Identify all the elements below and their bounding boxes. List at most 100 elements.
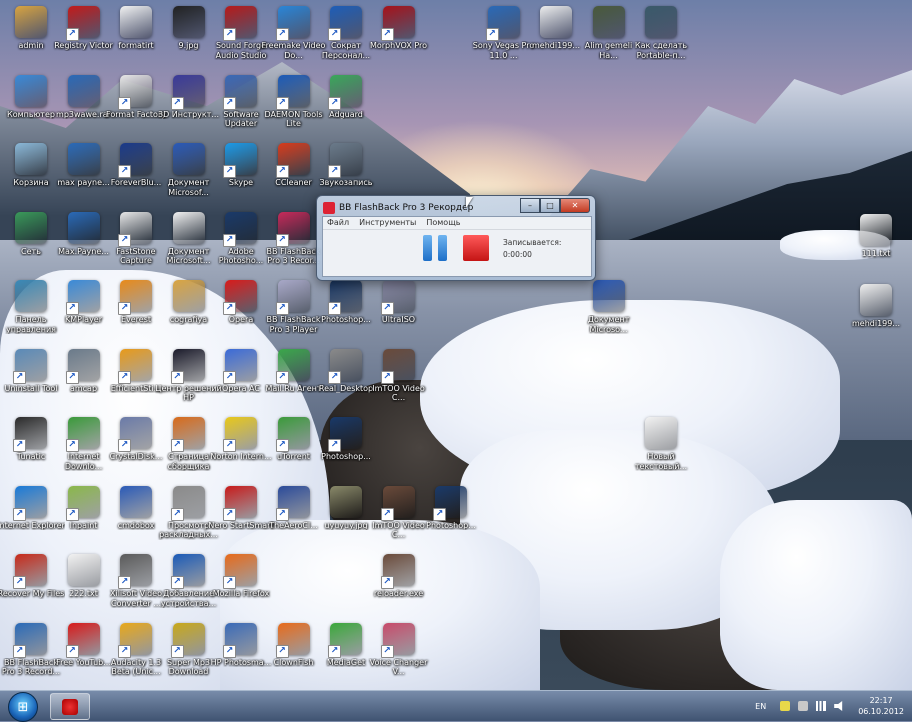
pause-icon [438, 235, 447, 261]
text-file-icon [860, 284, 892, 316]
super-mp3-icon [170, 622, 205, 658]
basketball-icon [170, 417, 205, 452]
taskbar-item-flashback-recorder[interactable] [50, 693, 90, 720]
desktop-icon-label: Adguard [329, 109, 363, 119]
crystaldisk-icon [118, 417, 152, 452]
desktop-icon[interactable]: Документ Microso... [575, 276, 643, 344]
registry-check-icon [65, 6, 100, 41]
window-titlebar[interactable]: BB FlashBack Pro 3 Рекордер [323, 200, 473, 216]
word-doc-icon [172, 143, 205, 175]
mediaget-icon [328, 622, 362, 658]
desktop-icon[interactable]: Новый текстовый... [627, 413, 695, 481]
video-file-icon [645, 6, 677, 38]
windows-flag-icon [485, 6, 520, 41]
desktop-icon[interactable]: 111.txt [842, 210, 910, 278]
sokrat-icon [328, 6, 362, 41]
idm-icon [65, 417, 100, 452]
stop-button[interactable] [463, 235, 489, 261]
network-icon [15, 211, 47, 244]
recycle-bin-icon [15, 143, 47, 175]
skype-icon [223, 143, 257, 178]
start-button[interactable]: ⊞ [8, 692, 38, 722]
windows-flag-icon [67, 211, 100, 244]
volume-icon[interactable] [834, 701, 843, 711]
desktop-icon[interactable]: Adguard [312, 71, 380, 139]
menu-tools[interactable]: Инструменты [359, 217, 416, 229]
menu-file[interactable]: Файл [327, 217, 349, 229]
pause-icon [423, 235, 432, 261]
clock-time: 22:17 [869, 696, 893, 705]
efficient-icon [118, 348, 152, 384]
adguard-icon [328, 74, 362, 110]
menu-help[interactable]: Помощь [426, 217, 460, 229]
language-indicator[interactable]: EN [755, 702, 766, 711]
network-signal-icon[interactable] [816, 701, 827, 711]
desktop-icon-label: Mozilla Firefox [212, 589, 270, 598]
3d-instructor-icon [170, 74, 205, 110]
flashback-app-icon [62, 698, 78, 715]
desktop-icon[interactable]: MorphVOX Pro [365, 2, 433, 70]
wallpaper-ice [720, 500, 912, 690]
clock[interactable]: 22:17 06.10.2012 [858, 695, 904, 717]
image-file-icon [172, 6, 205, 38]
tray-flag-icon[interactable] [780, 701, 791, 711]
voice-changer-icon [380, 622, 415, 658]
flashback-recorder-window[interactable]: BB FlashBack Pro 3 Рекордер – □ ✕ Файл И… [316, 195, 596, 281]
desktop-icon-label: UltraISO [381, 315, 416, 324]
desktop-icon-label: Voice Changer V... [369, 657, 428, 677]
minimize-button[interactable]: – [520, 198, 540, 213]
ccleaner-icon [275, 143, 310, 178]
foreverblu-icon [118, 143, 152, 178]
photoshop-icon [328, 417, 362, 452]
hp-photosmart-icon [223, 622, 257, 658]
desktop-icon-label: mehdi199... [852, 319, 900, 328]
text-file-icon [860, 214, 892, 246]
taskbar: ⊞ EN 22:17 06.10.2012 [0, 690, 912, 722]
desktop-icon[interactable]: reloader.exe [365, 550, 433, 618]
control-panel-icon [15, 280, 47, 312]
ultraiso-icon [380, 280, 415, 315]
computer-icon [15, 74, 47, 107]
free-youtube-icon [65, 622, 100, 658]
folder-user-icon [15, 6, 47, 38]
sound-recorder-icon [328, 143, 362, 178]
inpaint-icon [65, 485, 100, 521]
desktop-icon[interactable]: Voice Changer V... [365, 619, 433, 687]
maximize-button[interactable]: □ [540, 198, 560, 213]
text-file-icon [540, 6, 572, 38]
mouse-cursor-icon [466, 197, 473, 208]
close-button[interactable]: ✕ [560, 198, 590, 213]
video-file-icon [592, 6, 625, 38]
soundforge-icon [223, 6, 257, 41]
mailru-agent-icon [275, 348, 310, 384]
daemon-tools-icon [275, 74, 310, 110]
recording-status-label: Записывается: [503, 238, 562, 247]
flashback-player-icon [275, 280, 310, 315]
text-file-icon [645, 417, 677, 449]
window-title: BB FlashBack Pro 3 Рекордер [339, 203, 474, 213]
desktop-icon[interactable]: Как сделать Portable-п... [627, 2, 695, 70]
desktop-icon[interactable]: Photoshop... [312, 413, 380, 481]
real-desktop-icon [328, 348, 362, 384]
menu-bar: Файл Инструменты Помощь [323, 217, 591, 230]
desktop-icon-label: reloader.exe [373, 589, 424, 598]
audacity-icon [118, 622, 152, 658]
printer-icon [170, 485, 205, 521]
desktop-icon[interactable]: UltraISO [365, 276, 433, 344]
folder-icon [172, 280, 205, 312]
text-file-icon [67, 554, 100, 586]
morphvox-icon [380, 6, 415, 41]
tunatic-icon [13, 417, 47, 452]
text-file-icon [120, 6, 152, 38]
desktop-icon[interactable]: Mozilla Firefox [207, 550, 275, 618]
film-reel-icon [380, 485, 415, 521]
window-body: Файл Инструменты Помощь Записывается: 0:… [322, 216, 592, 277]
pause-button[interactable] [423, 235, 447, 261]
desktop-icon[interactable]: mehdi199... [842, 280, 910, 348]
desktop-icon-label: Документ Microso... [587, 315, 630, 334]
windows-flag-icon [67, 143, 100, 175]
desktop-icon-label: Photoshop... [426, 520, 476, 530]
action-center-icon[interactable] [798, 701, 809, 711]
desktop-icon[interactable]: ImTOO Video C... [365, 345, 433, 413]
desktop-icon[interactable]: Photoshop... [417, 482, 485, 550]
